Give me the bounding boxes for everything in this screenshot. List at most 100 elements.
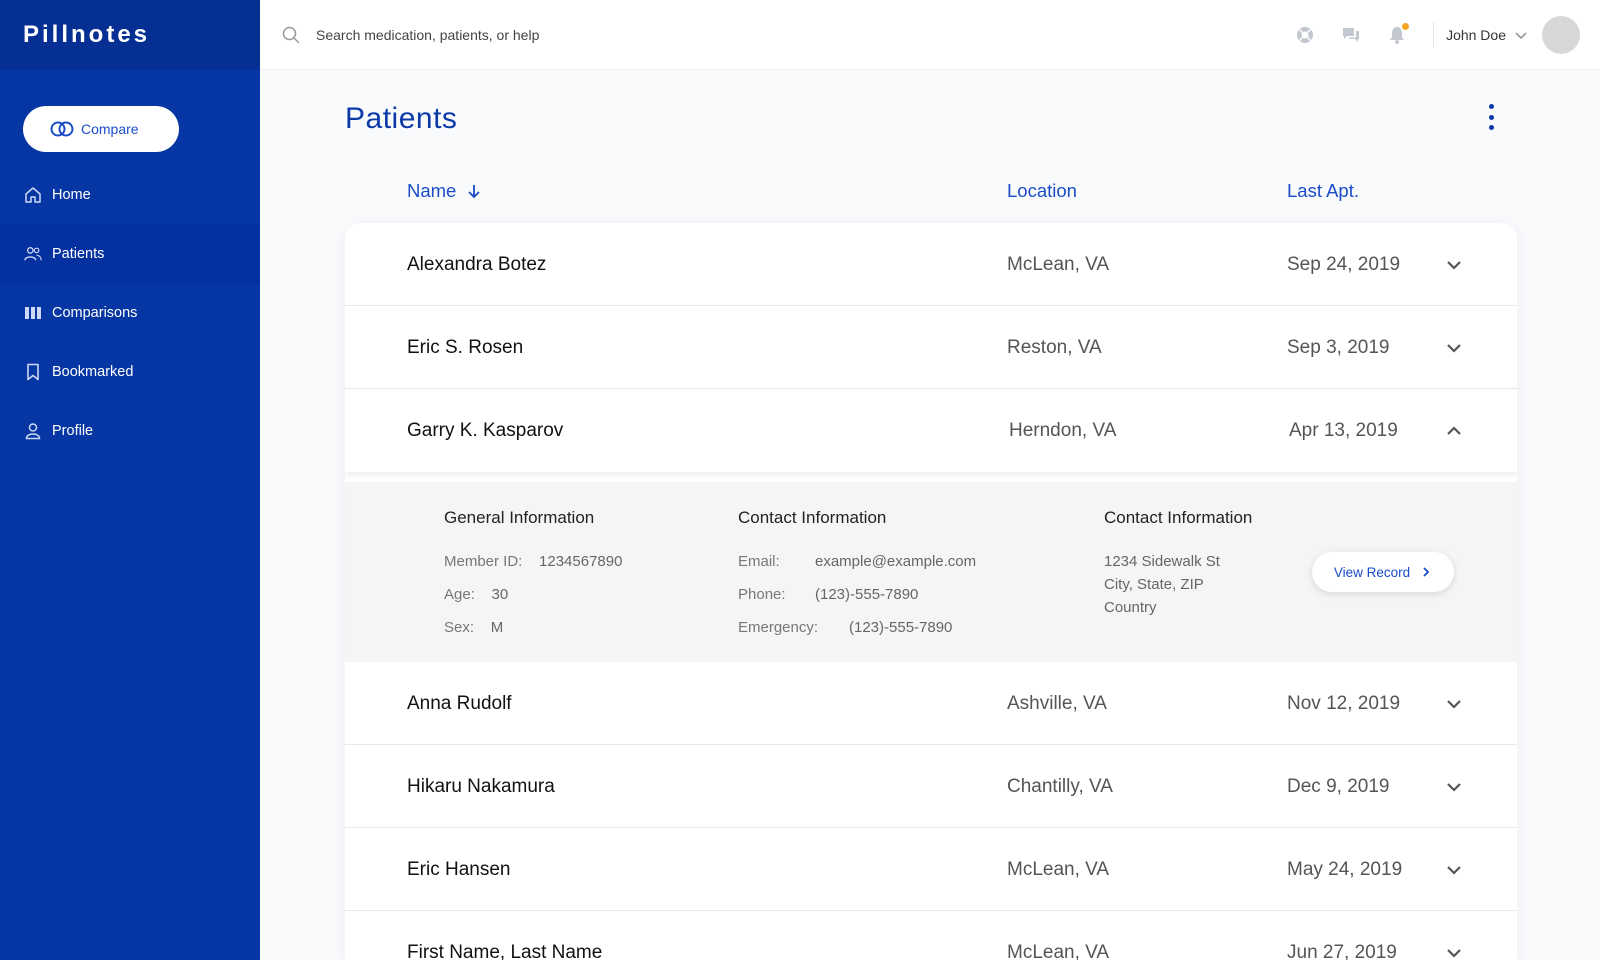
table-row[interactable]: First Name, Last Name McLean, VA Jun 27,…: [345, 911, 1517, 960]
column-header-last-apt: Last Apt.: [1287, 180, 1359, 201]
compare-button-label: Compare: [81, 121, 139, 137]
table-row[interactable]: Alexandra Botez McLean, VA Sep 24, 2019: [345, 223, 1517, 306]
patient-name: Eric S. Rosen: [407, 336, 524, 358]
age-value: 30: [491, 586, 509, 603]
patient-detail-panel: General Information Member ID: 123456789…: [345, 482, 1517, 662]
sidebar-item-label: Patients: [52, 245, 105, 262]
table-row[interactable]: Eric S. Rosen Reston, VA Sep 3, 2019: [345, 306, 1517, 389]
patient-last-apt: Nov 12, 2019: [1287, 692, 1401, 714]
email-line: Email: example@example.com: [738, 553, 976, 570]
view-record-button[interactable]: View Record: [1312, 552, 1454, 592]
patient-name: Hikaru Nakamura: [407, 775, 555, 797]
expand-chevron-down-icon[interactable]: [1445, 306, 1465, 389]
patient-last-apt: Dec 9, 2019: [1287, 775, 1390, 797]
section-title: Contact Information: [1104, 508, 1253, 527]
user-menu-name[interactable]: John Doe: [1446, 27, 1506, 43]
top-actions: John Doe: [1295, 0, 1600, 70]
expand-chevron-down-icon[interactable]: [1445, 223, 1465, 306]
sidebar: Pillnotes Compare Home Patients Comparis…: [0, 0, 260, 960]
section-title: General Information: [444, 508, 595, 527]
email-value[interactable]: example@example.com: [815, 553, 976, 570]
expand-chevron-down-icon[interactable]: [1445, 745, 1465, 828]
table-row[interactable]: Hikaru Nakamura Chantilly, VA Dec 9, 201…: [345, 745, 1517, 828]
field-label: Member ID:: [444, 553, 523, 570]
address-line-1: 1234 Sidewalk St: [1104, 553, 1220, 570]
patient-location: Ashville, VA: [1007, 692, 1107, 714]
sort-arrow-down-icon: [468, 185, 480, 199]
phone-line: Phone: (123)-555-7890: [738, 586, 918, 603]
emergency-line: Emergency: (123)-555-7890: [738, 619, 952, 636]
expand-chevron-down-icon[interactable]: [1445, 662, 1465, 745]
patient-location: Chantilly, VA: [1007, 775, 1113, 797]
compare-rings-icon: [50, 121, 74, 137]
sex-line: Sex: M: [444, 619, 503, 636]
patient-location: McLean, VA: [1007, 858, 1110, 880]
column-header-name[interactable]: Name: [407, 180, 482, 202]
patient-name: Eric Hansen: [407, 858, 511, 880]
sidebar-item-bookmarked[interactable]: Bookmarked: [0, 342, 260, 401]
sidebar-item-label: Bookmarked: [52, 363, 134, 380]
column-header-label: Name: [407, 180, 457, 201]
expand-chevron-down-icon[interactable]: [1445, 911, 1465, 960]
compare-button[interactable]: Compare: [23, 106, 179, 152]
field-label: Emergency:: [738, 619, 819, 636]
sidebar-item-profile[interactable]: Profile: [0, 401, 260, 460]
more-options-icon[interactable]: [1487, 104, 1495, 130]
sidebar-item-label: Comparisons: [52, 304, 138, 321]
users-icon: [24, 245, 42, 263]
address-line-3: Country: [1104, 599, 1157, 616]
address-line-2: City, State, ZIP: [1104, 576, 1204, 593]
patient-last-apt: May 24, 2019: [1287, 858, 1403, 880]
table-row[interactable]: Anna Rudolf Ashville, VA Nov 12, 2019: [345, 662, 1517, 745]
field-label: Phone:: [738, 586, 786, 603]
view-record-label: View Record: [1333, 564, 1411, 580]
patient-location: Herndon, VA: [1009, 419, 1117, 441]
field-label: Email:: [738, 553, 780, 570]
field-label: Sex:: [444, 619, 475, 636]
chat-icon[interactable]: [1341, 25, 1361, 45]
divider: [1433, 22, 1435, 48]
avatar[interactable]: [1542, 16, 1580, 54]
patient-name: First Name, Last Name: [407, 941, 603, 960]
patient-location: Reston, VA: [1007, 336, 1102, 358]
expand-chevron-down-icon[interactable]: [1445, 828, 1465, 911]
search-input[interactable]: [316, 22, 916, 48]
collapse-chevron-up-icon[interactable]: [1445, 389, 1465, 472]
notification-bell-icon[interactable]: [1387, 23, 1410, 45]
chevron-down-icon[interactable]: [1514, 28, 1528, 42]
columns-icon: [24, 304, 42, 322]
table-row[interactable]: Eric Hansen McLean, VA May 24, 2019: [345, 828, 1517, 911]
sex-value: M: [490, 619, 504, 636]
member-id-value: 1234567890: [539, 553, 623, 570]
page-title: Patients: [345, 102, 458, 135]
patient-last-apt: Sep 3, 2019: [1287, 336, 1390, 358]
bookmark-icon: [24, 363, 42, 381]
home-icon: [24, 186, 42, 204]
patient-location: McLean, VA: [1007, 941, 1110, 960]
sidebar-item-comparisons[interactable]: Comparisons: [0, 283, 260, 342]
sidebar-item-patients[interactable]: Patients: [0, 224, 260, 283]
sidebar-nav: Home Patients Comparisons Bookmarked Pro…: [0, 165, 260, 460]
sidebar-item-home[interactable]: Home: [0, 165, 260, 224]
age-line: Age: 30: [444, 586, 508, 603]
patient-last-apt: Sep 24, 2019: [1287, 253, 1401, 275]
patient-location: McLean, VA: [1007, 253, 1110, 275]
sidebar-item-label: Home: [52, 186, 91, 203]
patients-table: Alexandra Botez McLean, VA Sep 24, 2019 …: [345, 223, 1517, 960]
chevron-right-icon: [1423, 567, 1430, 577]
top-bar: John Doe: [260, 0, 1600, 70]
search-icon: [282, 26, 300, 44]
patient-last-apt: Jun 27, 2019: [1287, 941, 1397, 960]
patient-last-apt: Apr 13, 2019: [1289, 419, 1398, 441]
member-id-line: Member ID: 1234567890: [444, 553, 622, 570]
emergency-value: (123)-555-7890: [849, 619, 953, 636]
column-header-location: Location: [1007, 180, 1077, 201]
phone-value: (123)-555-7890: [815, 586, 919, 603]
brand-logo[interactable]: Pillnotes: [0, 0, 260, 70]
notification-dot: [1402, 23, 1410, 30]
table-row-expanded[interactable]: Garry K. Kasparov Herndon, VA Apr 13, 20…: [345, 389, 1517, 472]
sidebar-item-label: Profile: [52, 422, 94, 439]
section-title: Contact Information: [738, 508, 887, 527]
user-icon: [24, 422, 42, 440]
help-lifebuoy-icon[interactable]: [1295, 25, 1315, 45]
